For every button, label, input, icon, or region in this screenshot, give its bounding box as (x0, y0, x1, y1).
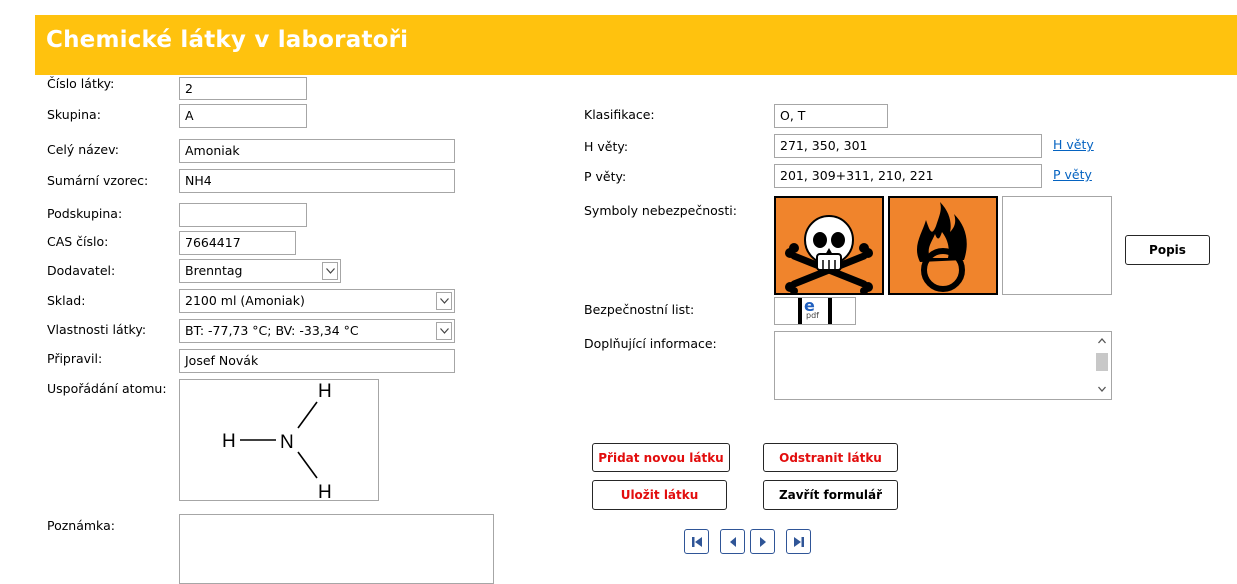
skupina-label: Skupina: (47, 107, 101, 122)
bezpecnostni-list-label: Bezpečnostní list: (584, 302, 695, 317)
cas-cislo-field[interactable]: 7664417 (179, 231, 296, 255)
vertical-scrollbar[interactable] (1094, 333, 1110, 398)
dodavatel-label: Dodavatel: (47, 263, 116, 278)
h-vety-label: H věty: (584, 139, 629, 154)
save-substance-button[interactable]: Uložit látku (592, 480, 727, 510)
pripravil-field[interactable]: Josef Novák (179, 349, 455, 373)
h-vety-field[interactable]: 271, 350, 301 (774, 134, 1042, 158)
klasifikace-label: Klasifikace: (584, 107, 655, 122)
add-substance-button[interactable]: Přidat novou látku (592, 443, 730, 472)
dodavatel-select[interactable]: Brenntag (179, 259, 341, 283)
chevron-down-icon[interactable] (322, 262, 338, 280)
cas-cislo-label: CAS číslo: (47, 234, 109, 249)
p-vety-label: P věty: (584, 169, 627, 184)
previous-record-icon[interactable] (720, 529, 745, 554)
podskupina-field[interactable] (179, 203, 307, 227)
sklad-select[interactable]: 2100 ml (Amoniak) (179, 289, 455, 313)
sklad-label: Sklad: (47, 293, 86, 308)
page-title: Chemické látky v laboratoři (46, 27, 409, 53)
cely-nazev-field[interactable]: Amoniak (179, 139, 455, 163)
popis-button[interactable]: Popis (1125, 235, 1210, 265)
usporadani-label: Uspořádání atomu: (47, 381, 167, 396)
doplnujici-textarea[interactable] (774, 331, 1112, 400)
next-record-icon[interactable] (750, 529, 775, 554)
p-vety-field[interactable]: 201, 309+311, 210, 221 (774, 164, 1042, 188)
atom-h-bottom: H (318, 482, 332, 500)
skull-crossbones-icon (774, 196, 884, 295)
vlastnosti-select[interactable]: BT: -77,73 °C; BV: -33,34 °C (179, 319, 455, 343)
vlastnosti-label: Vlastnosti látky: (47, 322, 147, 337)
first-record-icon[interactable] (684, 529, 709, 554)
sumarni-vzorec-field[interactable]: NH4 (179, 169, 455, 193)
ammonia-structure: H N H H (222, 381, 332, 503)
p-vety-link[interactable]: P věty (1053, 167, 1092, 182)
podskupina-label: Podskupina: (47, 206, 123, 221)
cely-nazev-label: Celý název: (47, 142, 120, 157)
sumarni-vzorec-label: Sumární vzorec: (47, 173, 149, 188)
chevron-down-icon[interactable] (436, 292, 452, 310)
cislo-latky-field[interactable]: 2 (179, 77, 307, 100)
doplnujici-label: Doplňující informace: (584, 336, 717, 351)
pdf-icon-text: pdf (806, 311, 819, 320)
dodavatel-value: Brenntag (185, 263, 243, 278)
h-vety-link[interactable]: H věty (1053, 137, 1094, 152)
symboly-label: Symboly nebezpečnosti: (584, 203, 737, 218)
last-record-icon[interactable] (786, 529, 811, 554)
close-form-button[interactable]: Zavřít formulář (763, 480, 898, 510)
cislo-latky-label: Číslo látky: (47, 76, 115, 91)
sklad-value: 2100 ml (Amoniak) (185, 293, 305, 308)
oxidizer-flame-icon (888, 196, 998, 295)
atom-h-top: H (318, 381, 332, 402)
atom-h-left: H (222, 431, 236, 452)
klasifikace-field[interactable]: O, T (774, 104, 888, 128)
hazard-symbol-empty (1002, 196, 1112, 295)
molecule-image: H N H H (179, 379, 379, 503)
poznamka-textarea[interactable] (179, 514, 494, 584)
pdf-file-icon: e pdf (798, 296, 832, 324)
poznamka-label: Poznámka: (47, 518, 115, 533)
pdf-attachment[interactable]: e pdf (774, 296, 856, 325)
atom-n: N (280, 432, 294, 453)
chevron-down-icon[interactable] (436, 322, 452, 340)
skupina-field[interactable]: A (179, 104, 307, 128)
vlastnosti-value: BT: -77,73 °C; BV: -33,34 °C (185, 323, 359, 338)
pripravil-label: Připravil: (47, 351, 103, 366)
delete-substance-button[interactable]: Odstranit látku (763, 443, 898, 472)
